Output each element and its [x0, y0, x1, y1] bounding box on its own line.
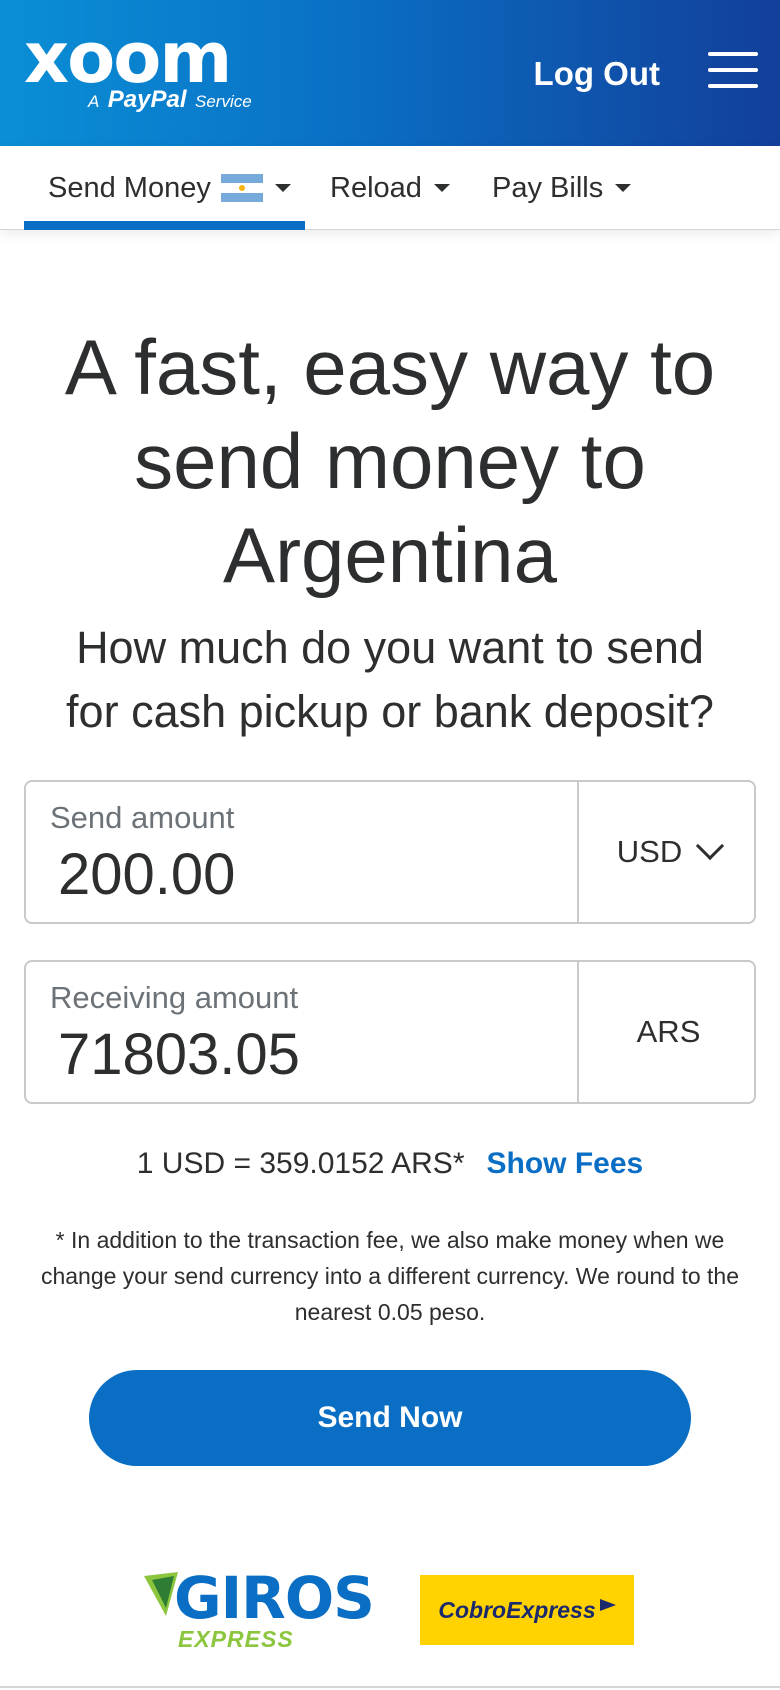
- logo-tagline: A PayPal Service: [88, 86, 252, 114]
- nav-item-label: Reload: [330, 171, 422, 204]
- divider: [0, 1686, 780, 1688]
- cobro-express-logo: CobroExpress: [420, 1575, 634, 1645]
- fee-disclaimer: * In addition to the transaction fee, we…: [40, 1227, 740, 1325]
- subtitle-line: for cash pickup or bank deposit?: [66, 686, 714, 737]
- exchange-rate-row: 1 USD = 359.0152 ARS* Show Fees: [0, 1144, 780, 1184]
- logo-suffix: Service: [194, 92, 252, 111]
- giros-express-logo: GIROS EXPRESS: [144, 1566, 375, 1658]
- send-currency-code: USD: [616, 834, 683, 869]
- receive-currency: ARS: [581, 962, 756, 1102]
- arrow-right-icon: [599, 1599, 616, 1611]
- nav-item-label: Pay Bills: [492, 171, 604, 204]
- logo-wordmark: xoom: [24, 17, 232, 99]
- send-now-button[interactable]: Send Now: [89, 1370, 691, 1466]
- logo-prefix: A: [88, 92, 100, 111]
- argentina-flag-icon: [220, 174, 263, 202]
- app-header: xoom A PayPal Service Log Out: [0, 0, 780, 146]
- send-amount-label: Send amount: [50, 800, 235, 835]
- send-amount-input[interactable]: Send amount 200.00: [26, 782, 579, 922]
- exchange-rate-text: 1 USD = 359.0152 ARS*: [136, 1147, 465, 1180]
- nav-item-label: Send Money: [48, 171, 211, 204]
- logout-link[interactable]: Log Out: [534, 52, 660, 96]
- page-title: A fast, easy way to send money to Argent…: [0, 320, 780, 602]
- show-fees-link[interactable]: Show Fees: [487, 1147, 644, 1180]
- send-currency-select[interactable]: USD: [581, 782, 756, 922]
- logo-brand: PayPal: [107, 86, 187, 113]
- receive-currency-code: ARS: [636, 1014, 701, 1049]
- receive-amount-value[interactable]: 71803.05: [58, 1022, 300, 1088]
- nav-item-pay-bills[interactable]: Pay Bills: [492, 146, 632, 230]
- title-line: A fast, easy way to: [64, 323, 716, 411]
- page-subtitle: How much do you want to send for cash pi…: [0, 616, 780, 744]
- send-amount-box: Send amount 200.00 USD: [24, 780, 756, 924]
- chevron-down-icon: [696, 831, 725, 861]
- nav-item-reload[interactable]: Reload: [330, 146, 450, 230]
- nav-item-send-money[interactable]: Send Money: [24, 146, 305, 230]
- receive-amount-input[interactable]: Receiving amount 71803.05: [26, 962, 579, 1102]
- subtitle-line: How much do you want to send: [76, 622, 704, 673]
- send-amount-value[interactable]: 200.00: [58, 842, 235, 908]
- title-line: send money to: [134, 417, 646, 505]
- giros-subtext: EXPRESS: [178, 1626, 294, 1652]
- hamburger-icon[interactable]: [708, 50, 758, 90]
- title-line: Argentina: [223, 511, 557, 599]
- caret-down-icon: [615, 184, 632, 192]
- main-nav: Send Money Reload Pay Bills: [0, 146, 780, 230]
- receive-amount-label: Receiving amount: [50, 980, 299, 1015]
- caret-down-icon: [274, 184, 291, 192]
- cobro-wordmark: CobroExpress: [438, 1596, 596, 1623]
- caret-down-icon: [433, 184, 450, 192]
- giros-wordmark: GIROS: [174, 1564, 375, 1632]
- xoom-logo[interactable]: xoom A PayPal Service: [24, 17, 264, 116]
- receive-amount-box: Receiving amount 71803.05 ARS: [24, 960, 756, 1104]
